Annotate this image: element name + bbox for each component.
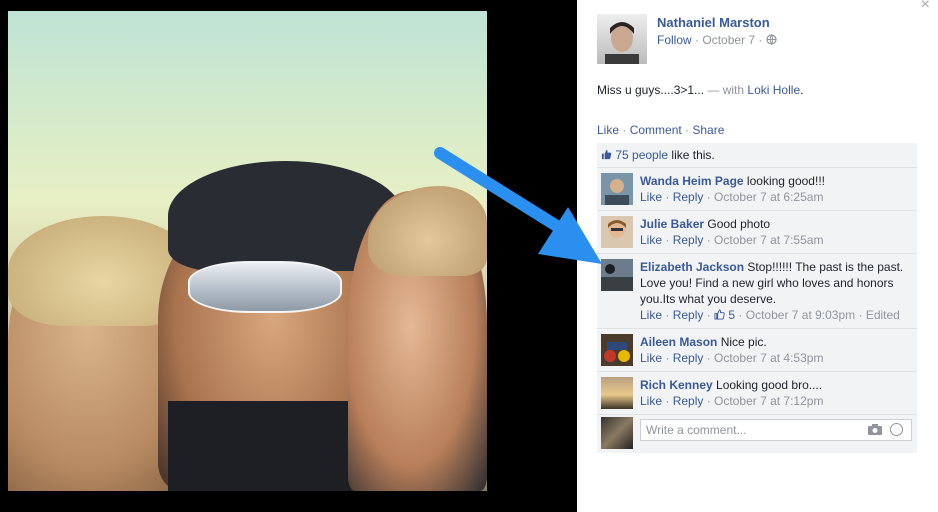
comment-like-link[interactable]: Like bbox=[640, 394, 662, 408]
meta-dot-2: · bbox=[758, 33, 763, 47]
comment-reply-link[interactable]: Reply bbox=[673, 351, 704, 365]
comment-text: looking good!!! bbox=[743, 174, 825, 188]
comment-reply-link[interactable]: Reply bbox=[673, 233, 704, 247]
likes-count-link[interactable]: 75 people bbox=[615, 148, 668, 162]
comment-item: Rich Kenney Looking good bro.... Like · … bbox=[597, 372, 917, 415]
edited-label[interactable]: Edited bbox=[866, 308, 900, 322]
meta-dot: · bbox=[695, 33, 700, 47]
comment-body: Rich Kenney Looking good bro.... Like · … bbox=[640, 372, 917, 409]
comment-body: Wanda Heim Page looking good!!! Like · R… bbox=[640, 168, 917, 205]
comment-meta: Like · Reply · October 7 at 7:55am bbox=[640, 233, 824, 247]
post-message: Miss u guys....3>1... bbox=[597, 83, 705, 97]
comment-meta: Like · Reply · October 7 at 6:25am bbox=[640, 190, 824, 204]
comment-time[interactable]: October 7 at 7:55am bbox=[714, 233, 823, 247]
tagged-user-link[interactable]: Loki Holle bbox=[747, 83, 800, 97]
author-meta: Follow · October 7 · bbox=[657, 33, 777, 47]
like-thumb-icon bbox=[714, 309, 725, 320]
like-thumb-icon bbox=[601, 149, 612, 160]
comment-like-link[interactable]: Like bbox=[640, 233, 662, 247]
commenter-avatar[interactable] bbox=[601, 334, 633, 366]
post-text: Miss u guys....3>1... — with Loki Holle. bbox=[597, 83, 803, 97]
comment-meta: Like · Reply · October 7 at 4:53pm bbox=[640, 351, 824, 365]
post-detail-panel: × Nathaniel Marston Follow · October 7 ·… bbox=[577, 0, 938, 512]
comment-item: Aileen Mason Nice pic. Like · Reply · Oc… bbox=[597, 329, 917, 372]
globe-icon[interactable] bbox=[766, 34, 777, 46]
comment-body: Elizabeth Jackson Stop!!!!!! The past is… bbox=[640, 254, 917, 323]
comments-section: 75 people like this. Wanda Heim Page loo… bbox=[597, 143, 917, 453]
action-sep-2: · bbox=[681, 123, 693, 137]
likes-suffix: like this. bbox=[668, 148, 715, 162]
comment-item: Julie Baker Good photo Like · Reply · Oc… bbox=[597, 211, 917, 254]
comment-meta: Like · Reply · October 7 at 7:12pm bbox=[640, 394, 824, 408]
comment-time[interactable]: October 7 at 9:03pm bbox=[746, 308, 855, 322]
comment-like-link[interactable]: Like bbox=[640, 308, 662, 322]
commenter-avatar[interactable] bbox=[601, 259, 633, 291]
smiley-icon[interactable] bbox=[890, 423, 903, 436]
sunglasses bbox=[188, 261, 342, 313]
commenter-name[interactable]: Wanda Heim Page bbox=[640, 174, 744, 188]
comment-like-link[interactable]: Like bbox=[640, 190, 662, 204]
commenter-name[interactable]: Julie Baker bbox=[640, 217, 704, 231]
comment-like-link[interactable]: Like bbox=[640, 351, 662, 365]
follow-link[interactable]: Follow bbox=[657, 33, 692, 47]
comment-composer bbox=[597, 415, 917, 453]
comment-reply-link[interactable]: Reply bbox=[673, 190, 704, 204]
commenter-name[interactable]: Rich Kenney bbox=[640, 378, 713, 392]
viewer-avatar bbox=[601, 417, 633, 449]
camera-icon[interactable] bbox=[868, 424, 882, 435]
post-actions: Like · Comment · Share bbox=[597, 123, 724, 137]
comment-item: Wanda Heim Page looking good!!! Like · R… bbox=[597, 168, 917, 211]
comment-time[interactable]: October 7 at 6:25am bbox=[714, 190, 823, 204]
with-prefix: — with bbox=[707, 83, 745, 97]
author-name[interactable]: Nathaniel Marston bbox=[657, 15, 770, 30]
comment-body: Julie Baker Good photo Like · Reply · Oc… bbox=[640, 211, 917, 248]
close-icon[interactable]: × bbox=[921, 0, 930, 14]
likes-summary: 75 people like this. bbox=[597, 143, 917, 168]
photo-viewer bbox=[0, 0, 577, 512]
comment-body: Aileen Mason Nice pic. Like · Reply · Oc… bbox=[640, 329, 917, 366]
comment-post-button[interactable]: Comment bbox=[630, 123, 682, 137]
commenter-name[interactable]: Elizabeth Jackson bbox=[640, 260, 744, 274]
tagged-suffix: . bbox=[800, 83, 804, 97]
comment-reply-link[interactable]: Reply bbox=[673, 394, 704, 408]
commenter-name[interactable]: Aileen Mason bbox=[640, 335, 717, 349]
action-sep: · bbox=[619, 123, 630, 137]
comment-text: Looking good bro.... bbox=[712, 378, 823, 392]
share-post-button[interactable]: Share bbox=[692, 123, 724, 137]
post-date[interactable]: October 7 bbox=[702, 33, 755, 47]
commenter-avatar[interactable] bbox=[601, 173, 633, 205]
comment-text: Nice pic. bbox=[717, 335, 767, 349]
comment-reply-link[interactable]: Reply bbox=[673, 308, 704, 322]
comment-item: Elizabeth Jackson Stop!!!!!! The past is… bbox=[597, 254, 917, 329]
author-portrait bbox=[605, 22, 639, 64]
author-avatar[interactable] bbox=[597, 14, 647, 64]
comment-time[interactable]: October 7 at 7:12pm bbox=[714, 394, 823, 408]
comment-like-count[interactable]: 5 bbox=[728, 308, 735, 322]
like-post-button[interactable]: Like bbox=[597, 123, 619, 137]
commenter-avatar[interactable] bbox=[601, 216, 633, 248]
comment-meta: Like · Reply · 5 · October 7 at 9:03pm ·… bbox=[640, 308, 900, 322]
commenter-avatar[interactable] bbox=[601, 377, 633, 409]
post-photo[interactable] bbox=[8, 11, 487, 491]
comment-text: Good photo bbox=[704, 217, 771, 231]
comment-time[interactable]: October 7 at 4:53pm bbox=[714, 351, 823, 365]
